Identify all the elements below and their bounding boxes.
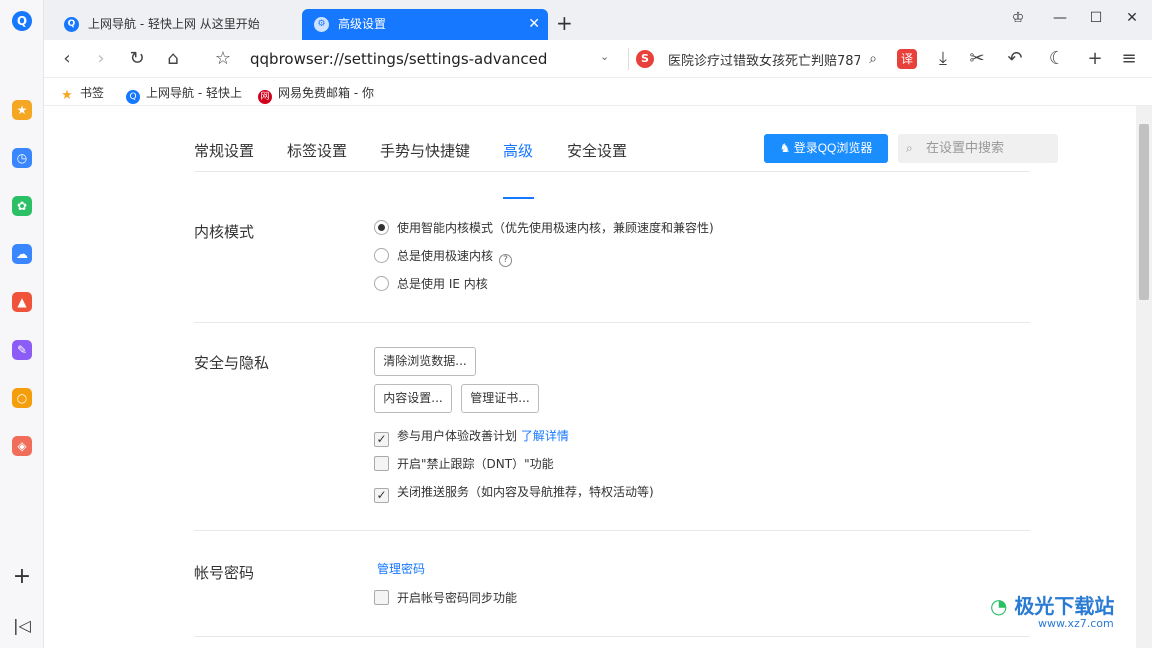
clear-data-button[interactable]: 清除浏览数据... bbox=[374, 347, 476, 376]
undo-icon[interactable]: ↶ bbox=[1004, 48, 1026, 70]
collapse-sidebar-icon[interactable]: |◁ bbox=[12, 616, 32, 635]
menu-icon[interactable]: ≡ bbox=[1118, 48, 1140, 70]
divider bbox=[194, 636, 1030, 637]
back-icon[interactable]: ‹ bbox=[56, 48, 78, 70]
section-title-kernel: 内核模式 bbox=[194, 223, 255, 241]
divider bbox=[194, 171, 1030, 172]
checkbox-unchecked[interactable] bbox=[374, 590, 389, 605]
note-icon[interactable]: ✎ bbox=[12, 340, 32, 360]
bookmarks-bar: ★ 书签 Q 上网导航 - 轻快上 网网易免费邮箱 - 你 bbox=[44, 78, 1152, 106]
qq-tab-icon: Q bbox=[64, 17, 79, 32]
address-bar[interactable]: qqbrowser://settings/settings-advanced bbox=[250, 50, 547, 68]
new-tab-icon[interactable]: + bbox=[556, 11, 573, 35]
radio-button[interactable] bbox=[374, 220, 389, 235]
tab-label: 上网导航 - 轻快上网 从这里开始 bbox=[88, 17, 260, 31]
checkbox-ux-plan[interactable]: ✓ 参与用户体验改善计划 了解详情 bbox=[374, 428, 569, 447]
checkbox-password-sync[interactable]: 开启帐号密码同步功能 bbox=[374, 590, 517, 606]
tab-navigation[interactable]: Q 上网导航 - 轻快上网 从这里开始 bbox=[52, 9, 300, 40]
add-icon[interactable]: + bbox=[12, 566, 32, 588]
chevron-down-icon[interactable]: ⌄ bbox=[600, 50, 609, 63]
section-title-account: 帐号密码 bbox=[194, 564, 255, 582]
close-tab-icon[interactable]: ✕ bbox=[528, 9, 540, 40]
bookmark-star-icon[interactable]: ☆ bbox=[212, 48, 234, 70]
wechat-icon[interactable]: ✿ bbox=[12, 196, 32, 216]
tab-advanced-settings[interactable]: ⚙ 高级设置 ✕ bbox=[302, 9, 548, 40]
maximize-icon[interactable]: ☐ bbox=[1084, 10, 1108, 26]
tab-label: 高级设置 bbox=[338, 17, 387, 31]
close-window-icon[interactable]: ✕ bbox=[1120, 10, 1144, 26]
checkbox-checked[interactable]: ✓ bbox=[374, 432, 389, 447]
watermark-logo: ◔ 极光下载站 www.xz7.com bbox=[990, 594, 1115, 630]
bookmark-folder[interactable]: ★ 书签 bbox=[60, 84, 104, 103]
settings-search-input[interactable]: ⌕ 在设置中搜索 bbox=[898, 134, 1058, 163]
checkbox-checked[interactable]: ✓ bbox=[374, 488, 389, 503]
search-icon: ⌕ bbox=[906, 141, 913, 155]
login-button[interactable]: ♞ 登录QQ浏览器 bbox=[764, 134, 888, 163]
section-title-privacy: 安全与隐私 bbox=[194, 354, 270, 372]
translate-icon[interactable]: 译 bbox=[897, 49, 917, 69]
minimize-icon[interactable]: — bbox=[1048, 10, 1072, 26]
search-icon[interactable]: ⌕ bbox=[862, 48, 884, 70]
sogou-search-icon[interactable]: S bbox=[636, 50, 654, 68]
search-box[interactable]: 医院诊疗过错致女孩死亡判赔787 bbox=[668, 50, 860, 69]
skin-icon[interactable]: ♔ bbox=[1006, 10, 1030, 26]
qq-icon: Q bbox=[126, 90, 140, 104]
scrollbar[interactable] bbox=[1136, 106, 1152, 648]
search-tool-icon[interactable]: ○ bbox=[12, 388, 32, 408]
radio-smart-kernel[interactable]: 使用智能内核模式（优先使用极速内核，兼顾速度和兼容性) bbox=[374, 220, 714, 236]
screenshot-icon[interactable]: ✂ bbox=[966, 48, 988, 70]
cloud-icon[interactable]: ☁ bbox=[12, 244, 32, 264]
divider bbox=[628, 48, 629, 70]
tab-bar: Q 上网导航 - 轻快上网 从这里开始 ⚙ 高级设置 ✕ + ♔ — ☐ ✕ bbox=[44, 0, 1152, 40]
night-mode-icon[interactable]: ☾ bbox=[1046, 48, 1068, 70]
browser-window: Q ★ ◷ ✿ ☁ ▲ ✎ ○ ◈ + |◁ Q 上网导航 - 轻快上网 从这里… bbox=[0, 0, 1152, 648]
bell-icon: ♞ bbox=[779, 141, 794, 155]
scrollbar-thumb[interactable] bbox=[1139, 124, 1149, 300]
divider bbox=[194, 530, 1030, 531]
pdf-icon[interactable]: ▲ bbox=[12, 292, 32, 312]
forward-icon[interactable]: › bbox=[90, 48, 112, 70]
favorites-icon[interactable]: ★ bbox=[12, 100, 32, 120]
bookmark-item[interactable]: 网网易免费邮箱 - 你 bbox=[258, 84, 374, 104]
home-icon[interactable]: ⌂ bbox=[162, 48, 184, 70]
sidebar-rail: Q ★ ◷ ✿ ☁ ▲ ✎ ○ ◈ + |◁ bbox=[0, 0, 44, 648]
content-settings-button[interactable]: 内容设置... bbox=[374, 384, 452, 413]
tab-security[interactable]: 安全设置 bbox=[567, 140, 627, 161]
tab-gestures[interactable]: 手势与快捷键 bbox=[380, 140, 470, 161]
bookmark-item[interactable]: Q 上网导航 - 轻快上 bbox=[126, 84, 242, 104]
checkbox-push[interactable]: ✓ 关闭推送服务（如内容及导航推荐，特权活动等) bbox=[374, 484, 654, 503]
help-icon[interactable]: ? bbox=[499, 254, 513, 267]
netease-mail-icon: 网 bbox=[258, 90, 272, 104]
checkbox-dnt[interactable]: 开启"禁止跟踪（DNT）"功能 bbox=[374, 456, 554, 472]
apps-icon[interactable]: ◈ bbox=[12, 436, 32, 456]
divider bbox=[194, 322, 1030, 323]
active-tab-underline bbox=[503, 197, 534, 199]
learn-more-link[interactable]: 了解详情 bbox=[521, 429, 569, 443]
manage-passwords-link[interactable]: 管理密码 bbox=[377, 561, 425, 577]
add-icon[interactable]: + bbox=[1084, 48, 1106, 70]
settings-tab-icon: ⚙ bbox=[314, 17, 329, 32]
checkbox-unchecked[interactable] bbox=[374, 456, 389, 471]
radio-button[interactable] bbox=[374, 248, 389, 263]
settings-page: 常规设置 标签设置 手势与快捷键 高级 安全设置 ♞ 登录QQ浏览器 ⌕ 在设置中… bbox=[44, 106, 1136, 648]
radio-fast-kernel[interactable]: 总是使用极速内核? bbox=[374, 248, 513, 267]
radio-ie-kernel[interactable]: 总是使用 IE 内核 bbox=[374, 276, 488, 292]
tab-tabs[interactable]: 标签设置 bbox=[287, 140, 347, 161]
tab-advanced[interactable]: 高级 bbox=[503, 140, 533, 161]
reload-icon[interactable]: ↻ bbox=[126, 48, 148, 70]
tab-general[interactable]: 常规设置 bbox=[194, 140, 254, 161]
download-icon[interactable]: ⤓ bbox=[932, 48, 954, 70]
qq-browser-logo-icon[interactable]: Q bbox=[12, 11, 32, 31]
watermark-logo-icon: ◔ bbox=[990, 594, 1015, 618]
star-icon: ★ bbox=[61, 88, 73, 103]
address-toolbar: ‹ › ↻ ⌂ ☆ qqbrowser://settings/settings-… bbox=[44, 40, 1152, 78]
history-icon[interactable]: ◷ bbox=[12, 148, 32, 168]
manage-certs-button[interactable]: 管理证书... bbox=[461, 384, 539, 413]
radio-button[interactable] bbox=[374, 276, 389, 291]
